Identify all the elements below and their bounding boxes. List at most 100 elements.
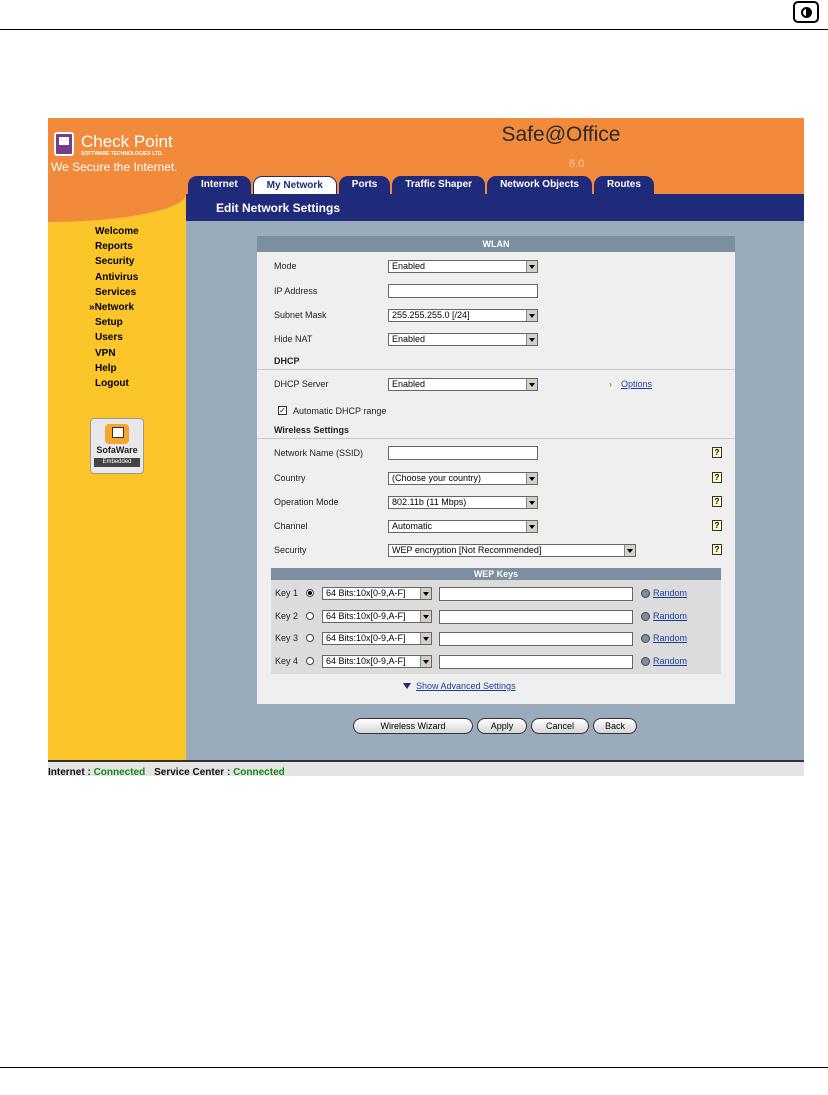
apply-button[interactable]: Apply [477, 718, 527, 734]
subnet-mask-select[interactable]: 255.255.255.0 [/24] [388, 309, 538, 322]
channel-select[interactable]: Automatic [388, 520, 538, 533]
key-1-input[interactable] [439, 587, 633, 601]
tab-routes[interactable]: Routes [593, 176, 654, 194]
hide-nat-select[interactable]: Enabled [388, 333, 538, 346]
random-icon [641, 612, 650, 621]
page-title: Edit Network Settings [216, 201, 341, 215]
key-4-input[interactable] [439, 655, 633, 669]
sofaware-logo[interactable]: SofaWare Embedded [90, 418, 144, 474]
random-icon [641, 634, 650, 643]
tab-network-objects[interactable]: Network Objects [487, 176, 592, 194]
brand-tagline: We Secure the Internet. [51, 160, 178, 174]
hide-nat-label: Hide NAT [274, 334, 313, 344]
help-icon[interactable]: ? [712, 520, 722, 531]
key-4-size-select[interactable]: 64 Bits:10x[0-9,A-F] [322, 655, 432, 668]
product-name: Safe@Office [501, 123, 621, 146]
mode-select[interactable]: Enabled [388, 260, 538, 273]
help-icon[interactable]: ? [712, 544, 722, 555]
tab-ports[interactable]: Ports [338, 176, 391, 194]
key-3-radio[interactable] [306, 634, 314, 642]
chevron-down-icon [420, 633, 431, 644]
key-1-random-link[interactable]: Random [653, 588, 687, 598]
dhcp-server-select[interactable]: Enabled [388, 378, 538, 391]
cancel-button[interactable]: Cancel [531, 718, 589, 734]
mode-label: Mode [274, 261, 297, 271]
show-advanced-settings-link[interactable]: Show Advanced Settings [416, 681, 516, 691]
section-divider [257, 369, 735, 370]
chevron-down-icon [526, 379, 537, 390]
chevron-down-icon [526, 521, 537, 532]
action-buttons: Wireless Wizard Apply Cancel Back [353, 718, 637, 734]
channel-label: Channel [274, 521, 308, 531]
key-1-radio[interactable] [306, 589, 314, 597]
sidebar-item-services[interactable]: Services [95, 285, 139, 300]
sofaware-name: SofaWare [96, 445, 138, 455]
key-1-size-select[interactable]: 64 Bits:10x[0-9,A-F] [322, 587, 432, 600]
country-select[interactable]: (Choose your country) [388, 472, 538, 485]
help-icon[interactable]: ? [712, 447, 722, 458]
dhcp-server-label: DHCP Server [274, 379, 329, 389]
back-button[interactable]: Back [593, 718, 637, 734]
security-select[interactable]: WEP encryption [Not Recommended] [388, 544, 636, 557]
key-label: Key 4 [275, 656, 299, 666]
key-3-size-select[interactable]: 64 Bits:10x[0-9,A-F] [322, 632, 432, 645]
chevron-down-icon [526, 473, 537, 484]
chevron-down-icon [420, 656, 431, 667]
key-2-input[interactable] [439, 610, 633, 624]
main-tabs: Internet My Network Ports Traffic Shaper… [188, 176, 654, 194]
help-icon[interactable]: ? [712, 496, 722, 507]
tab-internet[interactable]: Internet [188, 176, 251, 194]
security-label: Security [274, 545, 307, 555]
chevron-down-icon [526, 334, 537, 345]
chevron-down-icon [526, 497, 537, 508]
automatic-dhcp-checkbox[interactable]: ✓ [278, 406, 287, 415]
operation-mode-select[interactable]: 802.11b (11 Mbps) [388, 496, 538, 509]
status-bar: Internet : Connected Service Center : Co… [48, 760, 804, 776]
ssid-label: Network Name (SSID) [274, 448, 364, 458]
sidebar-item-help[interactable]: Help [95, 361, 139, 376]
key-label: Key 2 [275, 611, 299, 621]
wireless-wizard-button[interactable]: Wireless Wizard [353, 718, 473, 734]
product-version: 6.0 [569, 158, 585, 170]
checkmark-icon: ✓ [279, 406, 286, 415]
wlan-settings-panel: WLAN Mode Enabled IP Address Subnet Mask… [257, 236, 735, 704]
sofaware-icon [105, 424, 129, 444]
sidebar-item-users[interactable]: Users [95, 330, 139, 345]
key-4-radio[interactable] [306, 657, 314, 665]
sidebar-item-reports[interactable]: Reports [95, 239, 139, 254]
ssid-input[interactable] [388, 446, 538, 460]
service-center-status-label: Service Center : [154, 767, 234, 776]
display-mode-icon [793, 1, 819, 23]
subnet-mask-label: Subnet Mask [274, 310, 327, 320]
key-2-random-link[interactable]: Random [653, 611, 687, 621]
sidebar-item-setup[interactable]: Setup [95, 315, 139, 330]
chevron-down-icon [420, 611, 431, 622]
sidebar-item-logout[interactable]: Logout [95, 376, 139, 391]
key-3-input[interactable] [439, 632, 633, 646]
internet-status-label: Internet : [48, 767, 94, 776]
tab-traffic-shaper[interactable]: Traffic Shaper [392, 176, 486, 194]
service-center-status-value: Connected [233, 767, 285, 776]
router-web-ui: Check Point SOFTWARE TECHNOLOGIES LTD. W… [48, 118, 804, 776]
chevron-down-icon [420, 588, 431, 599]
ip-address-input[interactable] [388, 284, 538, 298]
key-2-radio[interactable] [306, 612, 314, 620]
key-2-size-select[interactable]: 64 Bits:10x[0-9,A-F] [322, 610, 432, 623]
options-link[interactable]: Options [621, 379, 652, 389]
sidebar-item-antivirus[interactable]: Antivirus [95, 270, 139, 285]
key-4-random-link[interactable]: Random [653, 656, 687, 666]
sidebar-item-network[interactable]: »Network [89, 300, 139, 315]
wep-keys-title: WEP Keys [271, 568, 721, 580]
chevron-down-icon [624, 545, 635, 556]
tab-my-network[interactable]: My Network [252, 176, 337, 194]
header: Check Point SOFTWARE TECHNOLOGIES LTD. W… [48, 118, 804, 194]
sidebar-item-vpn[interactable]: VPN [95, 346, 139, 361]
key-label: Key 1 [275, 588, 299, 598]
sidebar-item-welcome[interactable]: Welcome [95, 224, 139, 239]
automatic-dhcp-label: Automatic DHCP range [293, 406, 387, 416]
chevron-down-icon [526, 310, 537, 321]
sidebar-item-security[interactable]: Security [95, 254, 139, 269]
ip-address-label: IP Address [274, 286, 318, 296]
help-icon[interactable]: ? [712, 472, 722, 483]
key-3-random-link[interactable]: Random [653, 633, 687, 643]
